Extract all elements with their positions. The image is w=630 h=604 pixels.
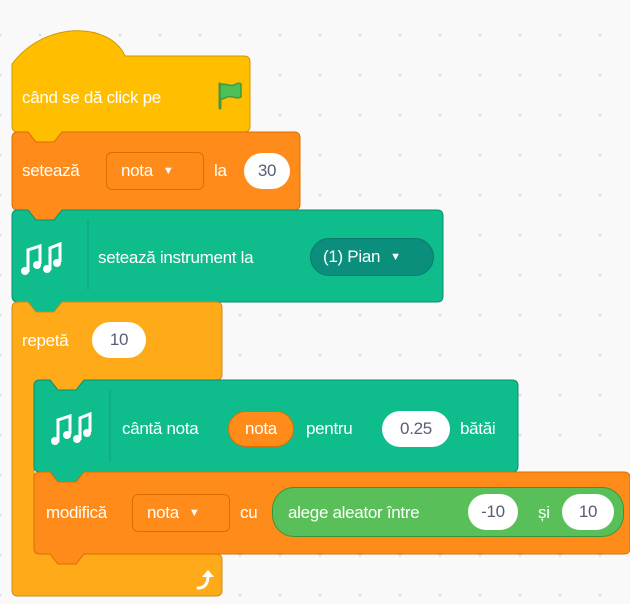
music-notes-icon xyxy=(50,411,94,451)
caret-down-icon: ▼ xyxy=(188,506,200,519)
change-by-label: cu xyxy=(240,503,258,522)
for-label: pentru xyxy=(306,419,353,438)
set-instrument-label: setează instrument la xyxy=(98,248,254,267)
variable-dropdown[interactable]: nota ▼ xyxy=(132,494,230,532)
variable-dropdown-value: nota xyxy=(121,161,153,180)
green-flag-icon xyxy=(216,80,244,115)
instrument-dropdown-value: (1) Pian xyxy=(323,247,381,266)
set-variable-label: setează xyxy=(22,161,80,180)
beats-label: bătăi xyxy=(460,419,496,438)
repeat-count-input[interactable]: 10 xyxy=(92,322,146,358)
loop-arrow-icon xyxy=(192,568,216,597)
note-variable-reporter[interactable]: nota xyxy=(228,411,294,447)
set-to-label: la xyxy=(214,161,227,180)
caret-down-icon: ▼ xyxy=(162,164,174,177)
music-notes-icon xyxy=(20,241,64,281)
pick-random-label: alege aleator între xyxy=(288,503,420,522)
set-value-input[interactable]: 30 xyxy=(244,153,290,189)
change-variable-label: modifică xyxy=(46,503,107,522)
and-label: și xyxy=(538,503,550,522)
random-from-input[interactable]: -10 xyxy=(468,494,518,530)
random-to-input[interactable]: 10 xyxy=(562,494,614,530)
variable-dropdown-value: nota xyxy=(147,503,179,522)
hat-block-label: când se dă click pe xyxy=(22,88,161,107)
play-note-label: cântă nota xyxy=(122,419,199,438)
beats-input[interactable]: 0.25 xyxy=(382,411,450,447)
instrument-dropdown[interactable]: (1) Pian ▼ xyxy=(310,238,434,276)
repeat-label: repetă xyxy=(22,331,69,350)
variable-dropdown[interactable]: nota ▼ xyxy=(106,152,204,190)
hat-block-shape[interactable] xyxy=(11,30,251,143)
caret-down-icon: ▼ xyxy=(390,250,401,263)
